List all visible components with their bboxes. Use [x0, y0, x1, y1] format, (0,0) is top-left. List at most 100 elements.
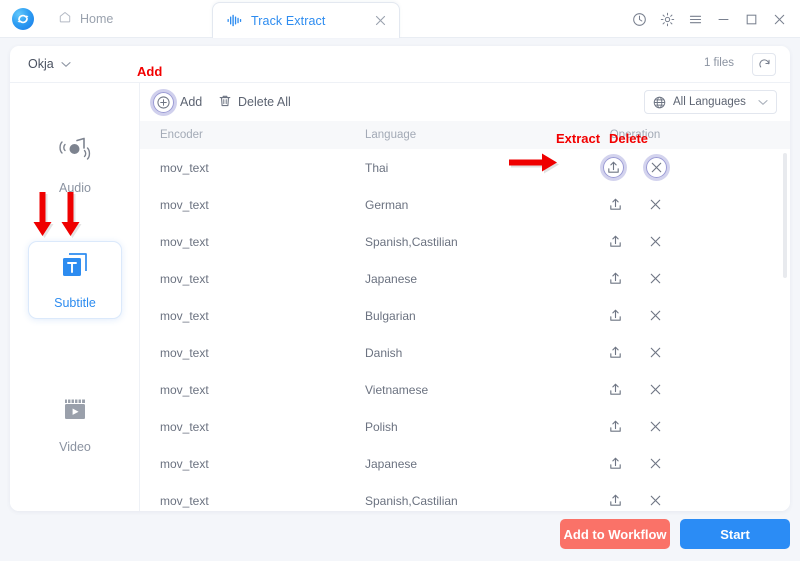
sidebar-item-subtitle[interactable]: Subtitle — [28, 241, 122, 319]
footer-bar: Add to Workflow Start — [0, 519, 800, 561]
delete-x-icon[interactable] — [646, 381, 664, 399]
cell-operations — [580, 492, 690, 510]
globe-icon — [653, 96, 666, 109]
cell-language: Vietnamese — [365, 382, 429, 397]
home-tab[interactable]: Home — [44, 0, 127, 38]
extract-share-icon[interactable] — [606, 455, 624, 473]
extract-share-icon[interactable] — [606, 418, 624, 436]
subtitle-text-icon — [59, 251, 91, 286]
extract-share-icon[interactable] — [606, 270, 624, 288]
extract-share-icon[interactable] — [606, 233, 624, 251]
file-name: Okja — [28, 57, 54, 71]
table-row[interactable]: mov_text Japanese — [140, 445, 790, 482]
delete-x-icon[interactable] — [646, 270, 664, 288]
chevron-down-icon — [61, 55, 71, 73]
cell-encoder: mov_text — [160, 493, 209, 508]
annotation-add: Add — [137, 64, 163, 79]
cell-language: Spanish,Castilian — [365, 493, 458, 508]
table-row[interactable]: mov_text German — [140, 186, 790, 223]
annotation-delete: Delete — [609, 131, 649, 146]
cell-language: Spanish,Castilian — [365, 234, 458, 249]
file-selector[interactable]: Okja — [28, 55, 71, 73]
red-arrow-right-icon — [508, 151, 568, 182]
cell-encoder: mov_text — [160, 160, 209, 175]
column-header-encoder: Encoder — [160, 129, 203, 141]
delete-x-icon[interactable] — [646, 196, 664, 214]
table-row[interactable]: mov_text Japanese — [140, 260, 790, 297]
track-extract-window: Home Track Extract Okja 1 files Audio Su… — [0, 0, 800, 561]
cell-language: German — [365, 197, 409, 212]
delete-x-icon[interactable] — [646, 233, 664, 251]
delete-all-label: Delete All — [238, 95, 291, 109]
refresh-icon[interactable] — [752, 53, 776, 76]
file-bar: Okja 1 files — [10, 46, 790, 83]
track-list-area: Add Delete All All Languages Encoder Lan… — [140, 83, 790, 511]
extract-share-icon[interactable] — [606, 196, 624, 214]
delete-x-icon[interactable] — [646, 307, 664, 325]
cell-operations — [580, 233, 690, 251]
extract-share-icon[interactable] — [606, 344, 624, 362]
extract-share-icon[interactable] — [606, 381, 624, 399]
add-button-label: Add — [180, 95, 203, 109]
window-controls — [626, 0, 792, 38]
cell-operations — [580, 344, 690, 362]
tab-track-extract[interactable]: Track Extract — [212, 2, 400, 38]
waveform-icon — [227, 14, 242, 27]
delete-x-icon[interactable] — [646, 157, 667, 178]
start-button[interactable]: Start — [680, 519, 790, 549]
add-to-workflow-button[interactable]: Add to Workflow — [560, 519, 670, 549]
close-window-icon[interactable] — [766, 6, 792, 32]
minimize-icon[interactable] — [710, 6, 736, 32]
table-header: Encoder Language Operation — [140, 121, 790, 149]
cell-encoder: mov_text — [160, 456, 209, 471]
app-logo-icon — [12, 8, 34, 30]
tab-close-icon[interactable] — [374, 14, 387, 27]
cell-operations — [580, 270, 690, 288]
red-arrow-down-icon — [31, 192, 55, 249]
extract-share-icon[interactable] — [606, 492, 624, 510]
title-bar: Home Track Extract — [0, 0, 800, 38]
delete-x-icon[interactable] — [646, 344, 664, 362]
vertical-scrollbar[interactable] — [783, 153, 787, 278]
history-icon[interactable] — [626, 6, 652, 32]
table-row[interactable]: mov_text Danish — [140, 334, 790, 371]
table-row[interactable]: mov_text Vietnamese — [140, 371, 790, 408]
cell-operations — [580, 157, 690, 178]
delete-x-icon[interactable] — [646, 492, 664, 510]
cell-encoder: mov_text — [160, 382, 209, 397]
cell-language: Japanese — [365, 271, 418, 286]
plus-circle-icon — [153, 91, 174, 113]
table-row[interactable]: mov_text Bulgarian — [140, 297, 790, 334]
cell-language: Japanese — [365, 456, 418, 471]
settings-icon[interactable] — [654, 6, 680, 32]
language-filter-dropdown[interactable]: All Languages — [644, 90, 777, 114]
cell-encoder: mov_text — [160, 234, 209, 249]
table-row[interactable]: mov_text Spanish,Castilian — [140, 482, 790, 511]
cell-encoder: mov_text — [160, 197, 209, 212]
cell-operations — [580, 418, 690, 436]
sidebar-item-video[interactable]: Video — [28, 385, 122, 463]
delete-all-button[interactable]: Delete All — [218, 94, 291, 111]
extract-share-icon[interactable] — [603, 157, 624, 178]
cell-operations — [580, 307, 690, 325]
maximize-icon[interactable] — [738, 6, 764, 32]
red-arrow-down-icon — [59, 192, 83, 249]
delete-x-icon[interactable] — [646, 418, 664, 436]
cell-encoder: mov_text — [160, 271, 209, 286]
extract-share-icon[interactable] — [606, 307, 624, 325]
menu-icon[interactable] — [682, 6, 708, 32]
cell-language: Thai — [365, 160, 389, 175]
table-row[interactable]: mov_text Polish — [140, 408, 790, 445]
table-row[interactable]: mov_text Thai — [140, 149, 790, 186]
delete-x-icon[interactable] — [646, 455, 664, 473]
cell-operations — [580, 381, 690, 399]
cell-encoder: mov_text — [160, 345, 209, 360]
cell-operations — [580, 455, 690, 473]
language-filter-value: All Languages — [673, 96, 746, 108]
cell-language: Danish — [365, 345, 403, 360]
add-button[interactable]: Add — [153, 91, 203, 113]
chevron-down-icon — [758, 93, 768, 111]
music-note-icon — [57, 134, 93, 171]
table-row[interactable]: mov_text Spanish,Castilian — [140, 223, 790, 260]
file-count: 1 files — [703, 57, 734, 69]
